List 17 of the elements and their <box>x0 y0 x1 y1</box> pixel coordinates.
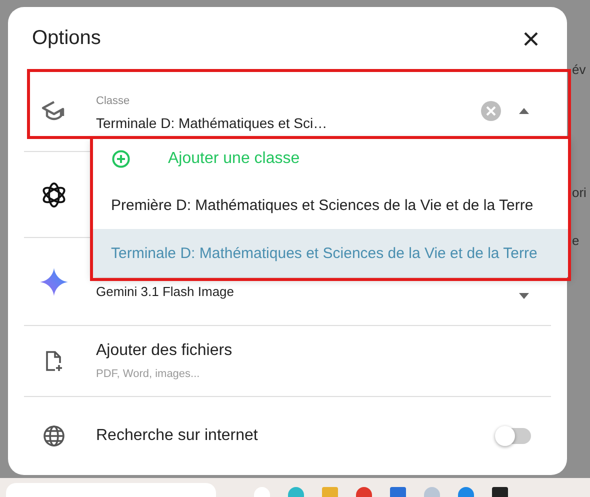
file-add-icon <box>44 350 64 372</box>
background-text: év <box>572 62 586 77</box>
background-text: e <box>572 233 580 248</box>
class-select[interactable]: Classe Terminale D: Mathématiques et Sci… <box>96 90 481 130</box>
web-search-label: Recherche sur internet <box>96 427 259 445</box>
web-search-toggle[interactable] <box>497 428 531 444</box>
model-select[interactable]: Gemini 3.1 Flash Image <box>96 284 519 299</box>
clear-icon[interactable] <box>481 100 501 120</box>
background-text: ori <box>572 185 586 200</box>
dialog-title: Options <box>32 27 101 50</box>
globe-icon <box>43 425 65 447</box>
caret-icon[interactable] <box>519 293 529 299</box>
file-types-hint: PDF, Word, images... <box>96 368 201 380</box>
sparkle-icon <box>40 266 68 296</box>
caret-icon[interactable] <box>519 108 529 114</box>
add-circle-icon <box>112 150 130 168</box>
add-files-label[interactable]: Ajouter des fichiers <box>96 342 232 360</box>
